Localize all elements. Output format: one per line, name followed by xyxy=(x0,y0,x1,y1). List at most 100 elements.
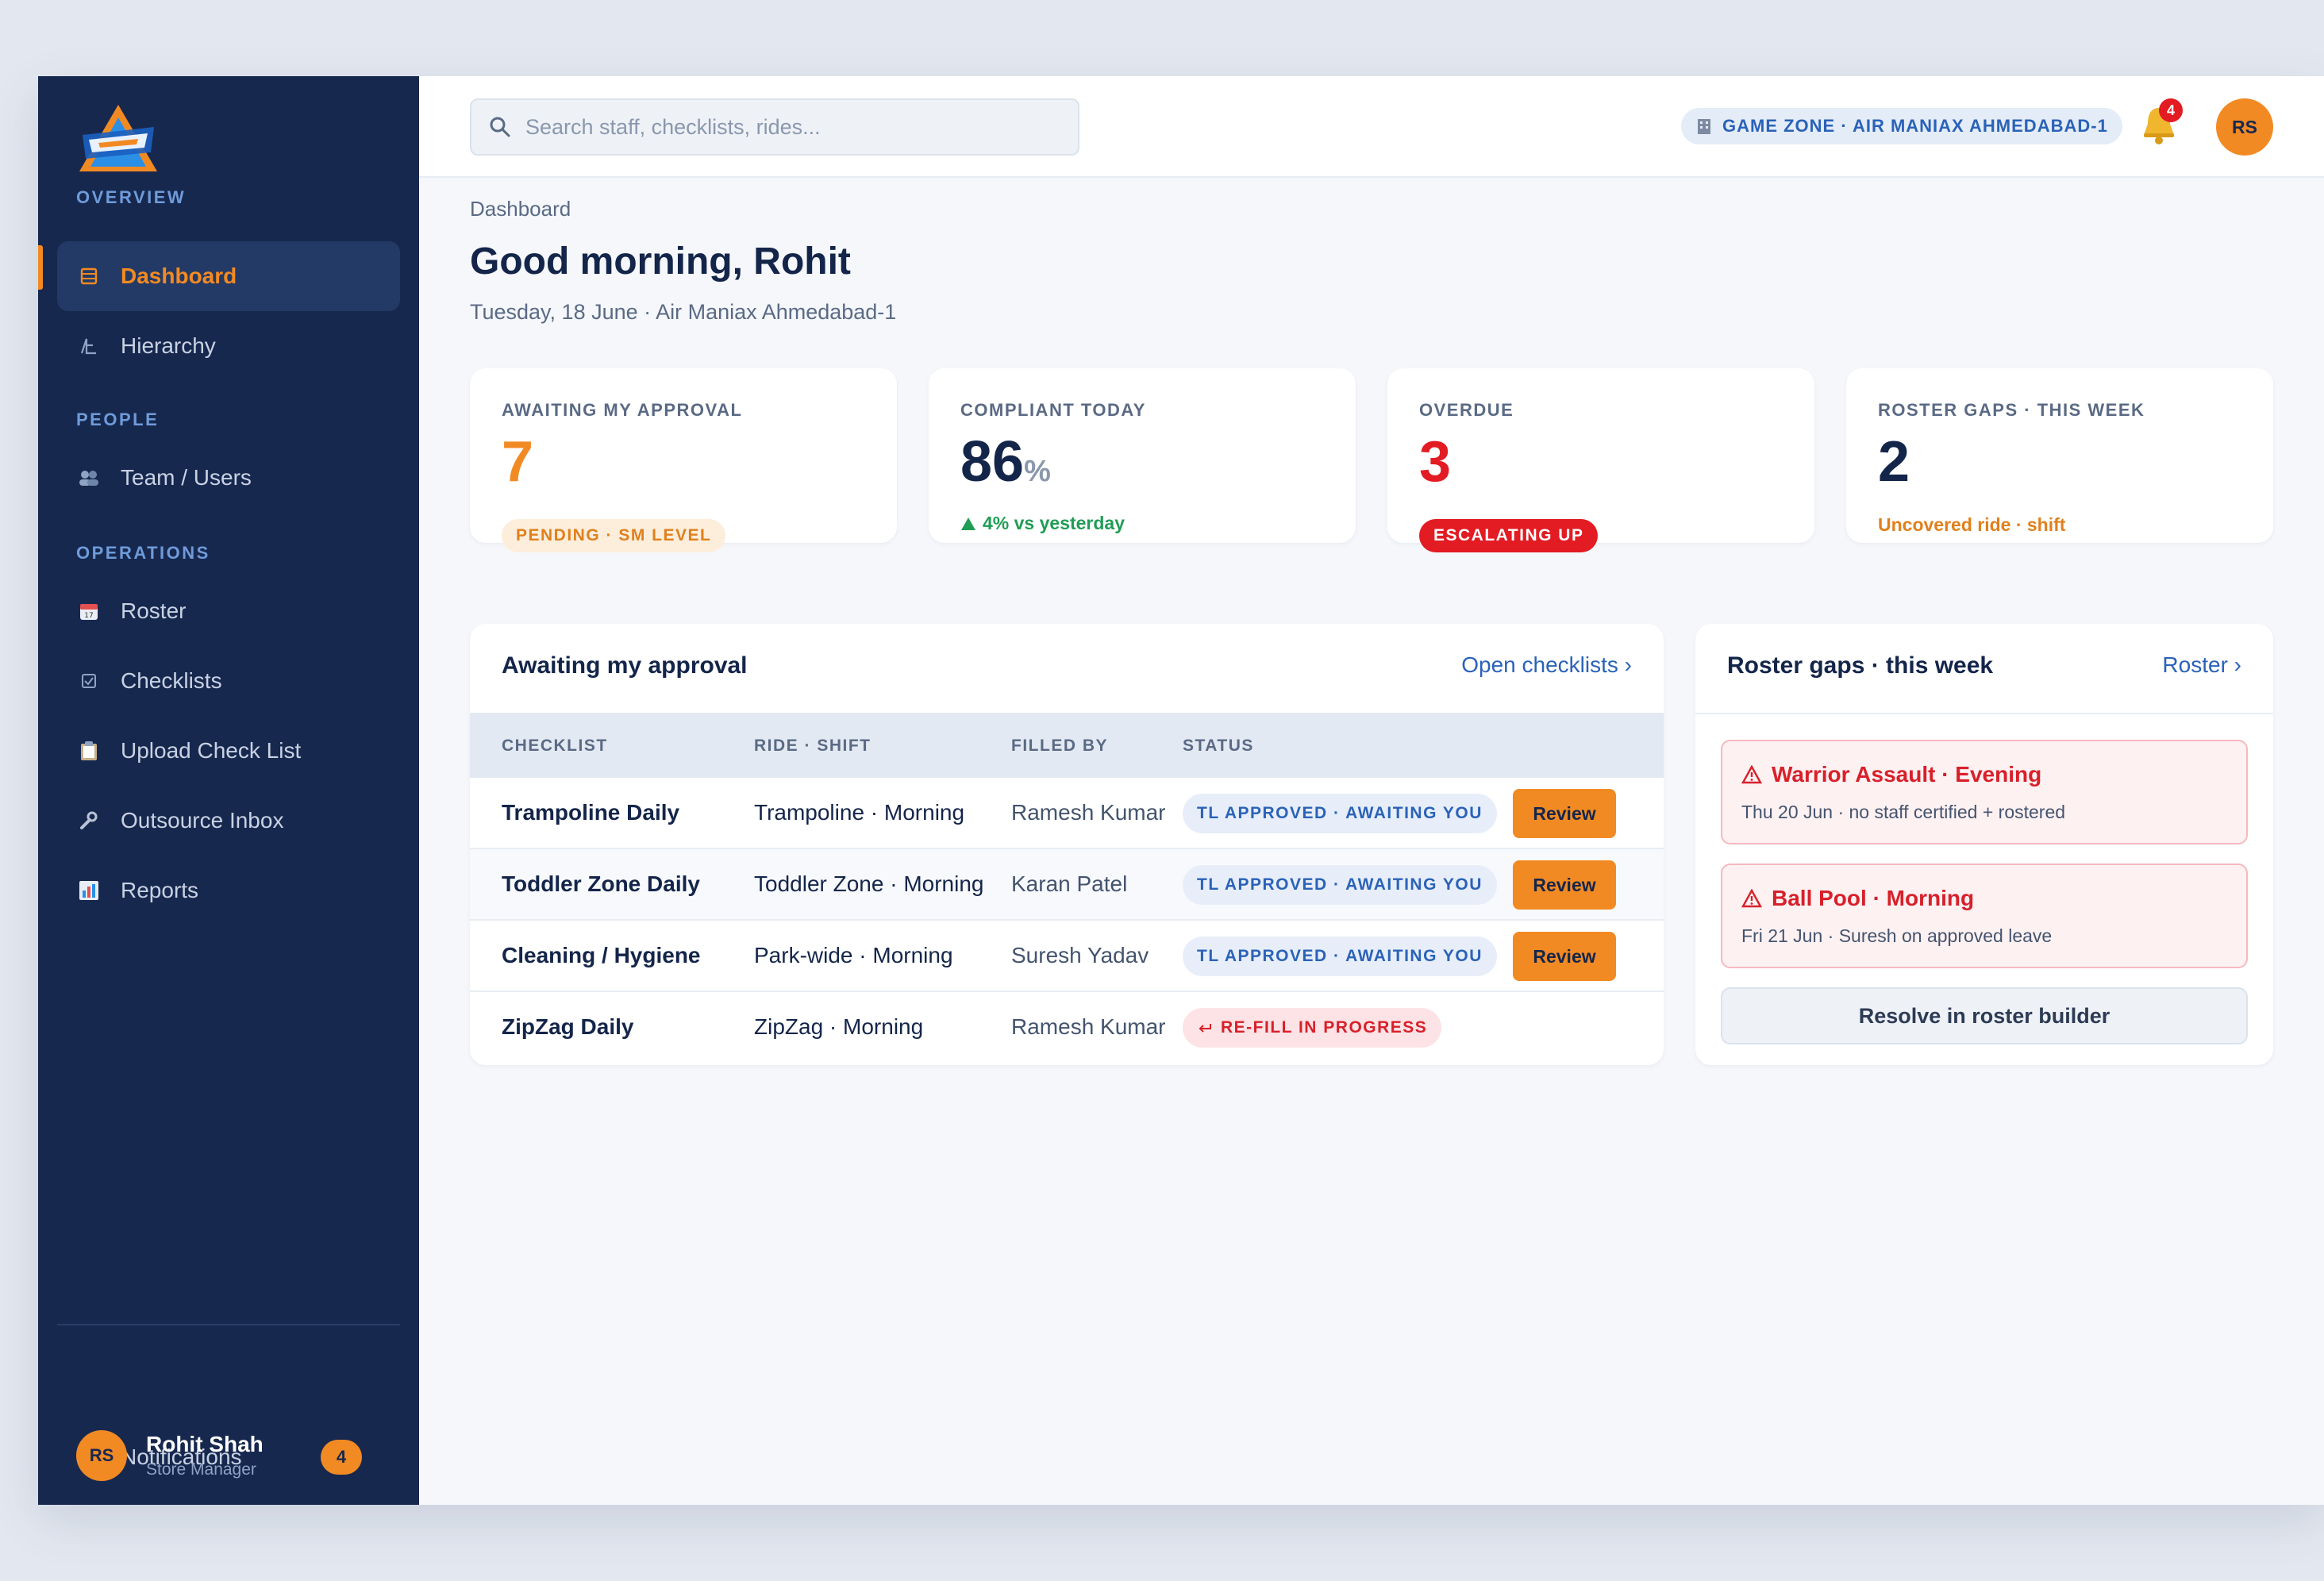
hierarchy-icon xyxy=(78,335,100,357)
filled-by: Ramesh Kumar xyxy=(1011,1014,1166,1039)
status-badge: TL APPROVED · AWAITING YOU xyxy=(1183,865,1497,905)
warning-icon xyxy=(1741,765,1762,784)
roster-gap-card[interactable]: Warrior Assault · Evening Thu 20 Jun · n… xyxy=(1721,740,2248,844)
sidebar-item-checklists[interactable]: Checklists xyxy=(57,646,400,716)
user-avatar[interactable]: RS xyxy=(2216,98,2273,156)
top-bar: GAME ZONE · AIR MANIAX AHMEDABAD-1 xyxy=(419,76,2324,178)
sidebar-item-hierarchy[interactable]: Hierarchy xyxy=(57,311,400,381)
divider xyxy=(1695,713,2273,714)
sidebar-item-team[interactable]: Team / Users xyxy=(57,443,400,513)
roster-gap-card[interactable]: Ball Pool · Morning Fri 21 Jun · Suresh … xyxy=(1721,864,2248,968)
checklist-name: ZipZag Daily xyxy=(502,1014,634,1039)
search-box[interactable] xyxy=(470,98,1079,156)
section-people: PEOPLE xyxy=(76,410,160,429)
gap-detail: Thu 20 Jun · no staff certified + roster… xyxy=(1741,802,2066,822)
location-selector[interactable]: GAME ZONE · AIR MANIAX AHMEDABAD-1 xyxy=(1681,108,2122,144)
sidebar-divider xyxy=(57,1324,400,1325)
table-row[interactable]: ZipZag Daily ZipZag · Morning Ramesh Kum… xyxy=(470,992,1664,1064)
gap-title: Warrior Assault · Evening xyxy=(1741,762,2041,787)
bar-chart-icon xyxy=(78,879,100,902)
active-indicator xyxy=(38,245,43,290)
sidebar-item-label: Outsource Inbox xyxy=(121,808,284,833)
table-header: CHECKLIST RIDE · SHIFT FILLED BY STATUS xyxy=(470,713,1664,778)
column-header-ride-shift[interactable]: RIDE · SHIFT xyxy=(754,737,872,756)
kpi-trend: 4% vs yesterday xyxy=(960,513,1125,534)
review-button[interactable]: Review xyxy=(1513,860,1616,910)
sidebar-item-outsource-inbox[interactable]: Outsource Inbox xyxy=(57,786,400,856)
status-badge: RE-FILL IN PROGRESS xyxy=(1183,1008,1442,1048)
status-badge: TL APPROVED · AWAITING YOU xyxy=(1183,794,1497,833)
sidebar-item-label: Reports xyxy=(121,878,199,902)
kpi-value: 86 xyxy=(960,430,1025,494)
search-icon xyxy=(490,117,510,137)
section-operations: OPERATIONS xyxy=(76,543,210,563)
approvals-panel: Awaiting my approval Open checklists › C… xyxy=(470,624,1664,1065)
checkbox-icon xyxy=(78,670,100,692)
kpi-label: ROSTER GAPS · THIS WEEK xyxy=(1878,400,2145,420)
kpi-label: COMPLIANT TODAY xyxy=(960,400,1146,420)
kpi-overdue[interactable]: OVERDUE 3 ESCALATING UP xyxy=(1387,368,1814,552)
gap-title-text: Warrior Assault · Evening xyxy=(1772,762,2042,787)
sidebar-item-label: Upload Check List xyxy=(121,738,302,763)
sidebar-user[interactable]: RS Rohit Shah Store Manager xyxy=(76,1430,264,1481)
kpi-trend-text: 4% vs yesterday xyxy=(983,513,1125,533)
review-button[interactable]: Review xyxy=(1513,789,1616,838)
column-header-checklist[interactable]: CHECKLIST xyxy=(502,737,608,756)
column-header-filled-by[interactable]: FILLED BY xyxy=(1011,737,1108,756)
status-badge: ESCALATING UP xyxy=(1419,519,1599,552)
kpi-label: OVERDUE xyxy=(1419,400,1514,420)
open-checklists-link[interactable]: Open checklists › xyxy=(1461,652,1632,678)
undo-icon xyxy=(1199,1024,1211,1033)
breadcrumb[interactable]: Dashboard xyxy=(470,197,571,221)
table-row[interactable]: Toddler Zone Daily Toddler Zone · Mornin… xyxy=(470,849,1664,921)
sidebar-item-roster[interactable]: 17 Roster xyxy=(57,576,400,646)
kpi-roster-gaps[interactable]: ROSTER GAPS · THIS WEEK 2 Uncovered ride… xyxy=(1846,368,2273,543)
ride-shift: ZipZag · Morning xyxy=(754,1014,924,1039)
location-label: GAME ZONE · AIR MANIAX AHMEDABAD-1 xyxy=(1722,116,2108,136)
gap-title-text: Ball Pool · Morning xyxy=(1772,886,1975,910)
sidebar-item-label: Team / Users xyxy=(121,465,252,490)
user-name: Rohit Shah xyxy=(146,1432,264,1456)
kpi-awaiting-approval[interactable]: AWAITING MY APPROVAL 7 PENDING · SM LEVE… xyxy=(470,368,897,552)
ride-shift: Park-wide · Morning xyxy=(754,943,953,967)
clipboard-icon xyxy=(78,740,100,762)
sidebar-item-label: Roster xyxy=(121,598,187,623)
ride-shift: Trampoline · Morning xyxy=(754,800,965,825)
calendar-icon: 17 xyxy=(78,600,100,622)
kpi-compliant-today[interactable]: COMPLIANT TODAY 86% 4% vs yesterday xyxy=(929,368,1356,543)
page-subtitle: Tuesday, 18 June · Air Maniax Ahmedabad-… xyxy=(470,300,897,324)
filled-by: Karan Patel xyxy=(1011,871,1128,896)
column-header-status[interactable]: STATUS xyxy=(1183,737,1254,756)
checklist-name: Cleaning / Hygiene xyxy=(502,943,701,967)
air-maniax-logo[interactable] xyxy=(75,103,162,176)
svg-text:17: 17 xyxy=(84,612,93,620)
avatar: RS xyxy=(76,1430,127,1481)
building-icon xyxy=(1698,119,1710,134)
kpi-value-wrap: 86% xyxy=(960,433,1051,490)
user-role: Store Manager xyxy=(146,1460,256,1479)
notification-badge: 4 xyxy=(2159,98,2183,122)
checklist-name: Toddler Zone Daily xyxy=(502,871,700,896)
kpi-note: Uncovered ride · shift xyxy=(1878,514,2066,535)
sidebar-item-dashboard[interactable]: Dashboard xyxy=(57,241,400,311)
page-title: Good morning, Rohit xyxy=(470,240,851,283)
notifications-count-badge: 4 xyxy=(321,1440,362,1475)
gap-detail: Fri 21 Jun · Suresh on approved leave xyxy=(1741,925,2053,946)
resolve-roster-button[interactable]: Resolve in roster builder xyxy=(1721,987,2248,1044)
review-button[interactable]: Review xyxy=(1513,932,1616,981)
sidebar-item-upload-checklist[interactable]: Upload Check List xyxy=(57,716,400,786)
status-badge: TL APPROVED · AWAITING YOU xyxy=(1183,937,1497,976)
panel-title: Awaiting my approval xyxy=(502,652,748,679)
table-row[interactable]: Trampoline Daily Trampoline · Morning Ra… xyxy=(470,778,1664,849)
section-overview: OVERVIEW xyxy=(76,187,187,207)
sidebar-item-label: Hierarchy xyxy=(121,333,216,358)
table-row[interactable]: Cleaning / Hygiene Park-wide · Morning S… xyxy=(470,921,1664,992)
trend-up-icon xyxy=(961,517,975,530)
search-input[interactable] xyxy=(525,114,1065,140)
sidebar-item-reports[interactable]: Reports xyxy=(57,856,400,925)
kpi-value: 7 xyxy=(502,430,534,494)
sidebar-item-label: Dashboard xyxy=(121,264,237,288)
filled-by: Suresh Yadav xyxy=(1011,943,1149,967)
roster-link[interactable]: Roster › xyxy=(2162,652,2241,678)
checklist-name: Trampoline Daily xyxy=(502,800,680,825)
